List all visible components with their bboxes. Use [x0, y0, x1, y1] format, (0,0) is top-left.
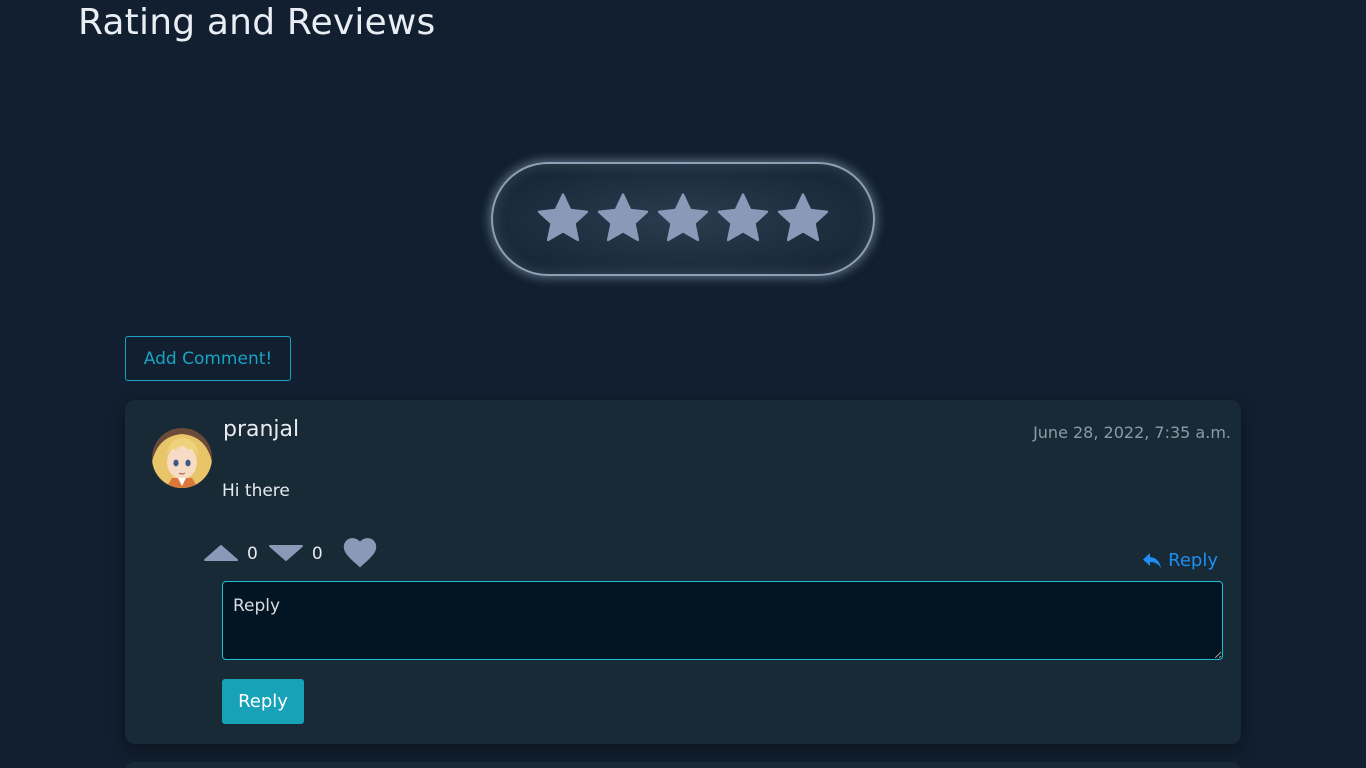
section-title: Rating and Reviews: [78, 2, 436, 43]
avatar: [152, 428, 212, 488]
reply-textarea[interactable]: [222, 581, 1223, 660]
reply-arrow-icon: [1142, 552, 1162, 570]
reply-link-label: Reply: [1168, 550, 1218, 571]
add-comment-button[interactable]: Add Comment!: [125, 336, 291, 381]
comment-username[interactable]: pranjal: [223, 417, 299, 442]
reply-submit-button[interactable]: Reply: [222, 679, 304, 724]
upvote-count: 0: [247, 544, 258, 564]
next-comment-card: [125, 762, 1241, 768]
star-icon[interactable]: [595, 191, 651, 247]
downvote-count: 0: [311, 544, 323, 564]
page: Rating and Reviews Add Comment! pranjal …: [0, 0, 1366, 768]
comment-body: Hi there: [222, 481, 290, 501]
star-icon[interactable]: [535, 191, 591, 247]
star-icon[interactable]: [655, 191, 711, 247]
star-rating: [491, 162, 875, 276]
star-icon[interactable]: [775, 191, 831, 247]
star-icon[interactable]: [715, 191, 771, 247]
comment-card: pranjal June 28, 2022, 7:35 a.m. Hi ther…: [125, 400, 1241, 744]
caret-up-icon[interactable]: [203, 540, 239, 568]
vote-controls: 0 0: [203, 536, 379, 572]
caret-down-icon[interactable]: [268, 540, 304, 568]
comment-timestamp: June 28, 2022, 7:35 a.m.: [1033, 423, 1231, 442]
heart-icon[interactable]: [341, 535, 379, 573]
reply-link[interactable]: Reply: [1142, 550, 1218, 571]
